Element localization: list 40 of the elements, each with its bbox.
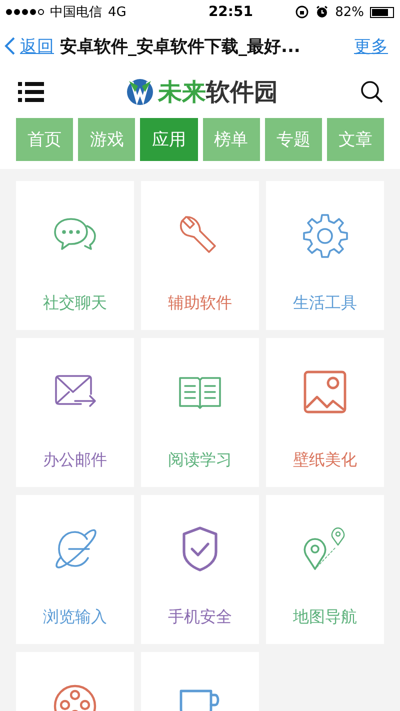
- nav-tab[interactable]: 首页: [16, 118, 74, 161]
- status-time: 22:51: [207, 4, 254, 20]
- page-title: 安卓软件_安卓软件下载_最好...: [60, 36, 302, 58]
- battery-icon: [370, 6, 394, 18]
- category-card[interactable]: 生活工具: [266, 181, 384, 330]
- nav-tab[interactable]: 专题: [264, 118, 322, 161]
- alarm-icon: [315, 5, 330, 19]
- category-label: 办公邮件: [43, 450, 107, 471]
- more-link[interactable]: 更多: [354, 34, 388, 58]
- nav-tab[interactable]: 游戏: [78, 118, 136, 161]
- category-label: 社交聊天: [43, 293, 107, 314]
- search-icon[interactable]: [360, 80, 384, 104]
- category-label: 壁纸美化: [293, 450, 357, 471]
- category-label: 地图导航: [293, 607, 357, 628]
- category-label: 生活工具: [293, 293, 357, 314]
- category-card[interactable]: 阅读学习: [141, 338, 259, 487]
- category-card[interactable]: 浏览输入: [16, 495, 134, 644]
- back-chevron-icon: [4, 36, 16, 56]
- menu-icon[interactable]: [18, 81, 44, 103]
- category-label: 阅读学习: [168, 450, 232, 471]
- nav-tab[interactable]: 文章: [326, 118, 384, 161]
- category-label: 浏览输入: [43, 607, 107, 628]
- carrier-name: 中国电信: [50, 4, 102, 21]
- category-label: 辅助软件: [168, 293, 232, 314]
- category-label: 手机安全: [168, 607, 232, 628]
- signal-icon: [6, 9, 44, 15]
- network-type: 4G: [108, 4, 126, 20]
- nav-tab[interactable]: 应用: [140, 118, 198, 161]
- category-card[interactable]: 办公邮件: [16, 338, 134, 487]
- category-card[interactable]: 社交聊天: [16, 181, 134, 330]
- back-link[interactable]: 返回: [4, 34, 54, 58]
- logo-icon: [126, 78, 154, 106]
- category-card[interactable]: 手机安全: [141, 495, 259, 644]
- category-card[interactable]: 辅助软件: [141, 181, 259, 330]
- battery-percent: 82%: [335, 4, 364, 20]
- rotation-lock-icon: [295, 5, 310, 19]
- category-card[interactable]: 地图导航: [266, 495, 384, 644]
- logo-text: 未来软件园: [158, 77, 278, 108]
- category-card[interactable]: 壁纸美化: [266, 338, 384, 487]
- nav-tab[interactable]: 榜单: [202, 118, 260, 161]
